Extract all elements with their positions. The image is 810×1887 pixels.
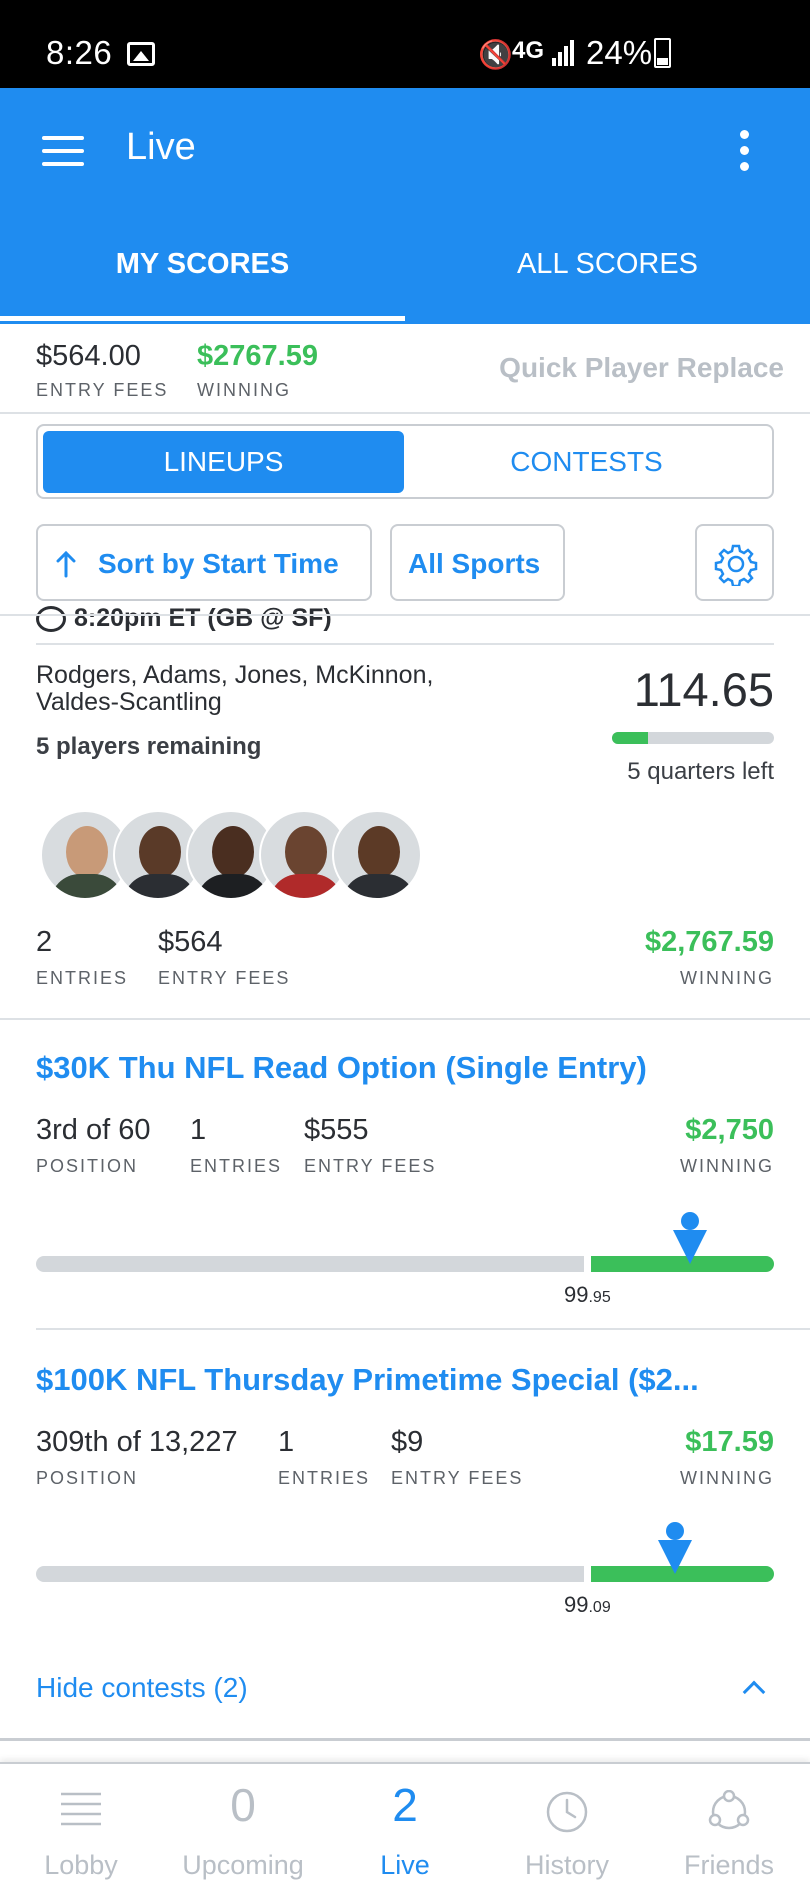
nav-history-label: History (524, 1850, 609, 1880)
contest-entries-label: ENTRIES (190, 1156, 283, 1176)
clock-icon (546, 1791, 588, 1833)
total-winning: $2767.59 (197, 340, 318, 372)
quarters-left: 5 quarters left (627, 758, 774, 785)
contest-position-label: POSITION (36, 1156, 139, 1176)
lineup-entries-label: ENTRIES (36, 968, 129, 988)
lineup-progress-fill (612, 732, 648, 744)
lineup-entry-fees-label: ENTRY FEES (158, 968, 291, 988)
gear-icon (714, 544, 758, 586)
lineup-progress-bar (612, 732, 774, 744)
contest-progress-bar (36, 1254, 774, 1274)
settings-button[interactable] (695, 524, 774, 601)
lineup-winning-label: WINNING (680, 968, 774, 988)
lineup-players[interactable]: Rodgers, Adams, Jones, McKinnon, Valdes-… (36, 662, 506, 716)
total-entry-fees: $564.00 (36, 340, 141, 372)
section-divider (0, 1738, 810, 1741)
signal-icon (552, 38, 574, 66)
sports-label: All Sports (408, 548, 541, 579)
network-type: 4G (512, 37, 545, 64)
nav-friends[interactable]: Friends (648, 1764, 810, 1887)
hide-contests-link[interactable]: Hide contests (2) (36, 1672, 248, 1704)
nav-live[interactable]: 2 Live (324, 1764, 486, 1887)
contest-percentile: 99.09 (564, 1592, 611, 1617)
contest-winning: $2,750 (685, 1114, 774, 1146)
chevron-up-icon[interactable] (742, 1680, 766, 1704)
more-options-icon[interactable] (738, 130, 752, 174)
contest-title[interactable]: $100K NFL Thursday Primetime Special ($2… (36, 1362, 699, 1398)
winning-label: WINNING (197, 380, 291, 400)
filter-divider (0, 614, 810, 616)
football-icon (36, 606, 66, 633)
contests-segment[interactable]: CONTESTS (406, 431, 767, 493)
nav-friends-label: Friends (683, 1850, 775, 1880)
nav-upcoming[interactable]: 0 Upcoming (162, 1764, 324, 1887)
contest-entry-fees-label: ENTRY FEES (391, 1468, 524, 1488)
contest-winning: $17.59 (685, 1426, 774, 1458)
contest-percentile: 99.95 (564, 1282, 611, 1307)
nav-lobby-label: Lobby (44, 1850, 118, 1880)
players-remaining: 5 players remaining (36, 733, 262, 760)
nav-history[interactable]: History (486, 1764, 648, 1887)
nav-lobby[interactable]: Lobby (0, 1764, 162, 1887)
contest-position: 3rd of 60 (36, 1114, 151, 1146)
status-bar: 8:26 🔇 4G 24% (0, 0, 810, 88)
all-sports-button[interactable]: All Sports (390, 524, 565, 601)
friends-icon (708, 1790, 750, 1830)
page-title: Live (126, 126, 196, 168)
contest-entries: 1 (190, 1114, 207, 1146)
lineup-entries: 2 (36, 926, 53, 958)
contest-entry-fees: $9 (391, 1426, 424, 1458)
contest-title[interactable]: $30K Thu NFL Read Option (Single Entry) (36, 1050, 647, 1086)
tab-indicator (0, 316, 405, 321)
tab-all-scores[interactable]: ALL SCORES (405, 248, 810, 281)
contest-position: 309th of 13,227 (36, 1426, 238, 1458)
battery-icon (654, 38, 671, 68)
app-screen: 8:26 🔇 4G 24% Live MY SCORES ALL SCORES … (0, 0, 810, 1887)
avatar[interactable] (332, 810, 422, 900)
battery-percent: 24% (586, 34, 653, 71)
status-time: 8:26 (46, 34, 113, 71)
nav-live-label: Live (380, 1850, 430, 1880)
sort-label: Sort by Start Time (98, 548, 339, 579)
game-divider (36, 643, 774, 645)
lineup-score: 114.65 (633, 663, 774, 716)
player-avatars (40, 810, 440, 902)
arrow-up-icon (56, 550, 76, 578)
contest-entry-fees-label: ENTRY FEES (304, 1156, 437, 1176)
contest-position-label: POSITION (36, 1468, 139, 1488)
mute-icon: 🔇 (478, 39, 513, 70)
contest-entries-label: ENTRIES (278, 1468, 371, 1488)
image-notification-icon (127, 42, 155, 66)
bottom-navigation: Lobby 0 Upcoming 2 Live History Friends (0, 1762, 810, 1887)
menu-icon[interactable] (42, 136, 84, 166)
tab-my-scores[interactable]: MY SCORES (0, 248, 405, 281)
contest-entry-fees: $555 (304, 1114, 369, 1146)
lobby-icon (61, 1792, 101, 1826)
app-bar: Live MY SCORES ALL SCORES (0, 88, 810, 324)
lineups-contests-toggle: LINEUPS CONTESTS (36, 424, 774, 499)
lineup-entry-fees: $564 (158, 926, 223, 958)
lineup-divider (0, 1018, 810, 1020)
position-marker-icon (658, 1522, 692, 1574)
live-count: 2 (392, 1779, 418, 1831)
position-marker-icon (673, 1212, 707, 1264)
sort-button[interactable]: Sort by Start Time (36, 524, 372, 601)
contest-divider (36, 1328, 810, 1330)
contest-winning-label: WINNING (680, 1156, 774, 1176)
contest-winning-label: WINNING (680, 1468, 774, 1488)
lineups-segment[interactable]: LINEUPS (43, 431, 404, 493)
lineup-winning: $2,767.59 (644, 926, 774, 958)
contest-entries: 1 (278, 1426, 295, 1458)
upcoming-count: 0 (230, 1779, 256, 1831)
scores-summary: $564.00 ENTRY FEES $2767.59 WINNING Quic… (0, 324, 810, 414)
nav-upcoming-label: Upcoming (182, 1850, 304, 1880)
game-time: 8:20pm ET (GB @ SF) (36, 604, 332, 633)
entry-fees-label: ENTRY FEES (36, 380, 169, 400)
quick-player-replace-button[interactable]: Quick Player Replace (499, 352, 784, 384)
